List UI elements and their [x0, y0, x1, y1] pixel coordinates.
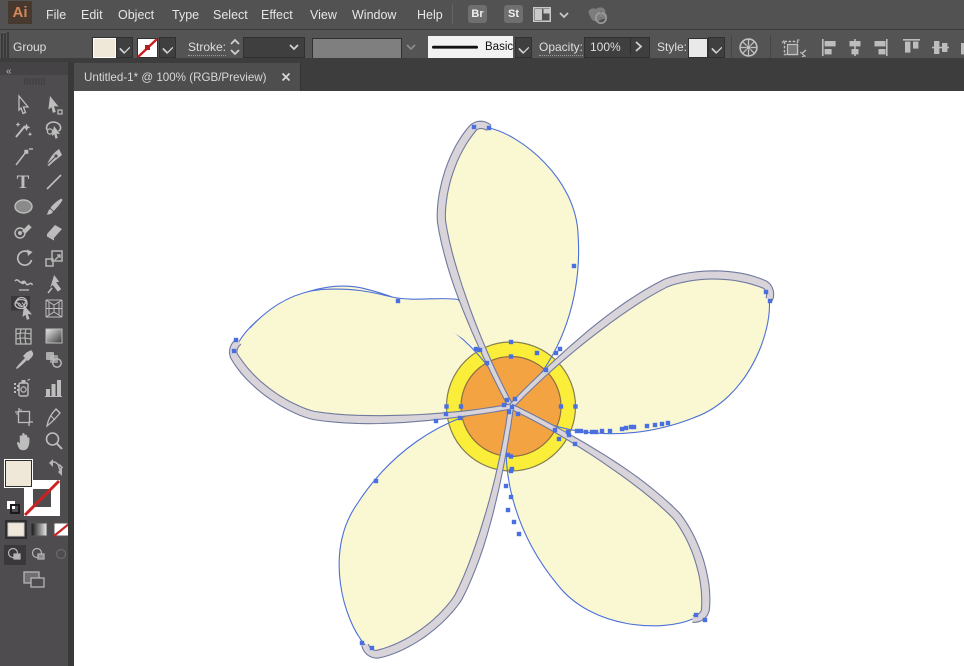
svg-text:T: T: [17, 172, 30, 193]
